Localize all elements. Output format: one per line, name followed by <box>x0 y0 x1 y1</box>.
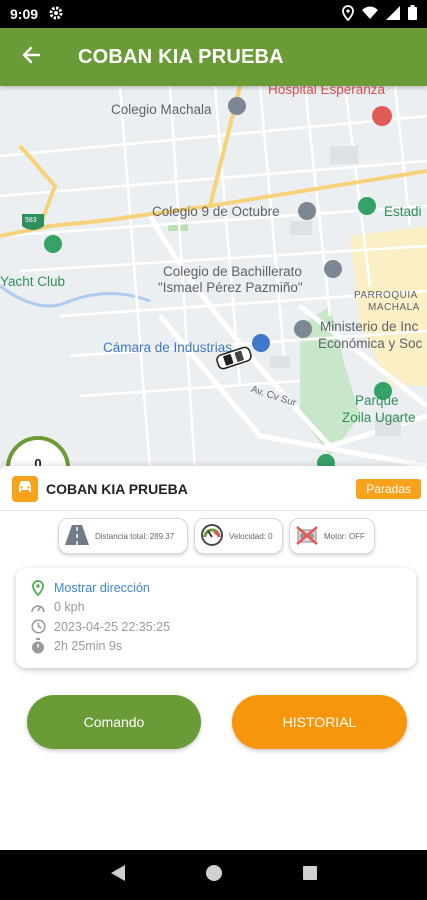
map-label-bachillerato-name: "Ismael Pérez Pazmiño" <box>158 280 303 295</box>
cellular-icon <box>386 5 400 23</box>
nav-home-icon[interactable] <box>205 864 223 887</box>
map-label-parque: Parque <box>355 393 399 408</box>
vehicle-name: COBAN KIA PRUEBA <box>46 481 188 497</box>
vehicle-header: COBAN KIA PRUEBA Paradas <box>12 476 421 502</box>
historial-button[interactable]: HISTORIAL <box>232 695 407 749</box>
speed-value: 0 kph <box>54 600 85 615</box>
stats-row: Distancia total: 289.37 Velocidad: 0 Mot… <box>58 518 375 554</box>
map-label-colegio-9-octubre: Colegio 9 de Octubre <box>152 204 280 219</box>
page-title: COBAN KIA PRUEBA <box>78 45 284 68</box>
map-label-ministerio-2: Económica y Soc <box>318 336 423 351</box>
map-label-camara: Cámara de Industrias <box>103 340 233 355</box>
duration-value: 2h 25min 9s <box>54 639 123 654</box>
vehicle-detail-sheet: COBAN KIA PRUEBA Paradas Distancia total… <box>0 466 427 850</box>
speed-row: 0 kph <box>30 598 402 618</box>
app-screen: 9:09 COBAN KIA PRUEBA Hospital Esperanza… <box>0 0 427 900</box>
status-time: 9:09 <box>10 6 39 22</box>
settings-gear-icon <box>48 5 64 24</box>
speedometer-icon <box>200 523 224 549</box>
back-button[interactable] <box>0 28 62 86</box>
divider <box>0 510 427 511</box>
map-label-bachillerato: Colegio de Bachillerato <box>163 264 302 279</box>
speed-label: Velocidad: 0 <box>229 531 273 541</box>
map-label-colegio-machala: Colegio Machala <box>111 102 212 117</box>
car-icon <box>17 480 33 499</box>
comando-button[interactable]: Comando <box>27 695 201 749</box>
nav-recents-icon[interactable] <box>302 865 318 886</box>
datetime-value: 2023-04-25 22:35:25 <box>54 619 171 634</box>
map-label-machala: MACHALA <box>368 302 420 313</box>
map-label-yacht-club: Yacht Club <box>0 274 66 289</box>
location-icon <box>342 4 354 24</box>
info-card: Mostrar dirección 0 kph 2023-04-25 22:35… <box>16 568 416 668</box>
status-bar: 9:09 <box>0 0 427 28</box>
datetime-row: 2023-04-25 22:35:25 <box>30 617 402 637</box>
map-view[interactable]: Hospital Esperanza Colegio Machala Coleg… <box>0 86 427 470</box>
address-row[interactable]: Mostrar dirección <box>30 578 402 598</box>
location-pin-icon <box>30 579 46 596</box>
status-badge[interactable]: Paradas <box>356 479 421 499</box>
nav-back-icon[interactable] <box>110 864 126 887</box>
stopwatch-icon <box>30 638 46 654</box>
battery-icon <box>408 5 417 23</box>
wifi-icon <box>362 6 378 23</box>
map-label-zoila-ugarte: Zoila Ugarte <box>342 410 416 425</box>
clock-icon <box>30 619 46 635</box>
road-icon <box>64 524 90 548</box>
duration-row: 2h 25min 9s <box>30 637 402 657</box>
distance-label: Distancia total: 289.37 <box>95 531 175 541</box>
map-label-ministerio: Ministerio de Inc <box>320 319 419 334</box>
map-label-parroquia: PARROQUIA <box>354 290 418 301</box>
speed-stat: Velocidad: 0 <box>194 518 283 554</box>
system-nav-bar <box>0 850 427 900</box>
show-address-link[interactable]: Mostrar dirección <box>54 581 150 595</box>
app-bar: COBAN KIA PRUEBA <box>0 28 427 86</box>
engine-icon <box>295 524 319 548</box>
distance-stat: Distancia total: 289.37 <box>58 518 188 554</box>
map-label-estadio: Estadi <box>384 204 422 219</box>
route-shield-label: 583 <box>25 217 37 224</box>
engine-stat: Motor: OFF <box>289 518 375 554</box>
vehicle-badge <box>12 476 38 502</box>
arrow-back-icon <box>21 45 41 70</box>
map-label-hospital: Hospital Esperanza <box>268 86 386 97</box>
engine-label: Motor: OFF <box>324 531 365 541</box>
gauge-icon <box>30 599 46 615</box>
